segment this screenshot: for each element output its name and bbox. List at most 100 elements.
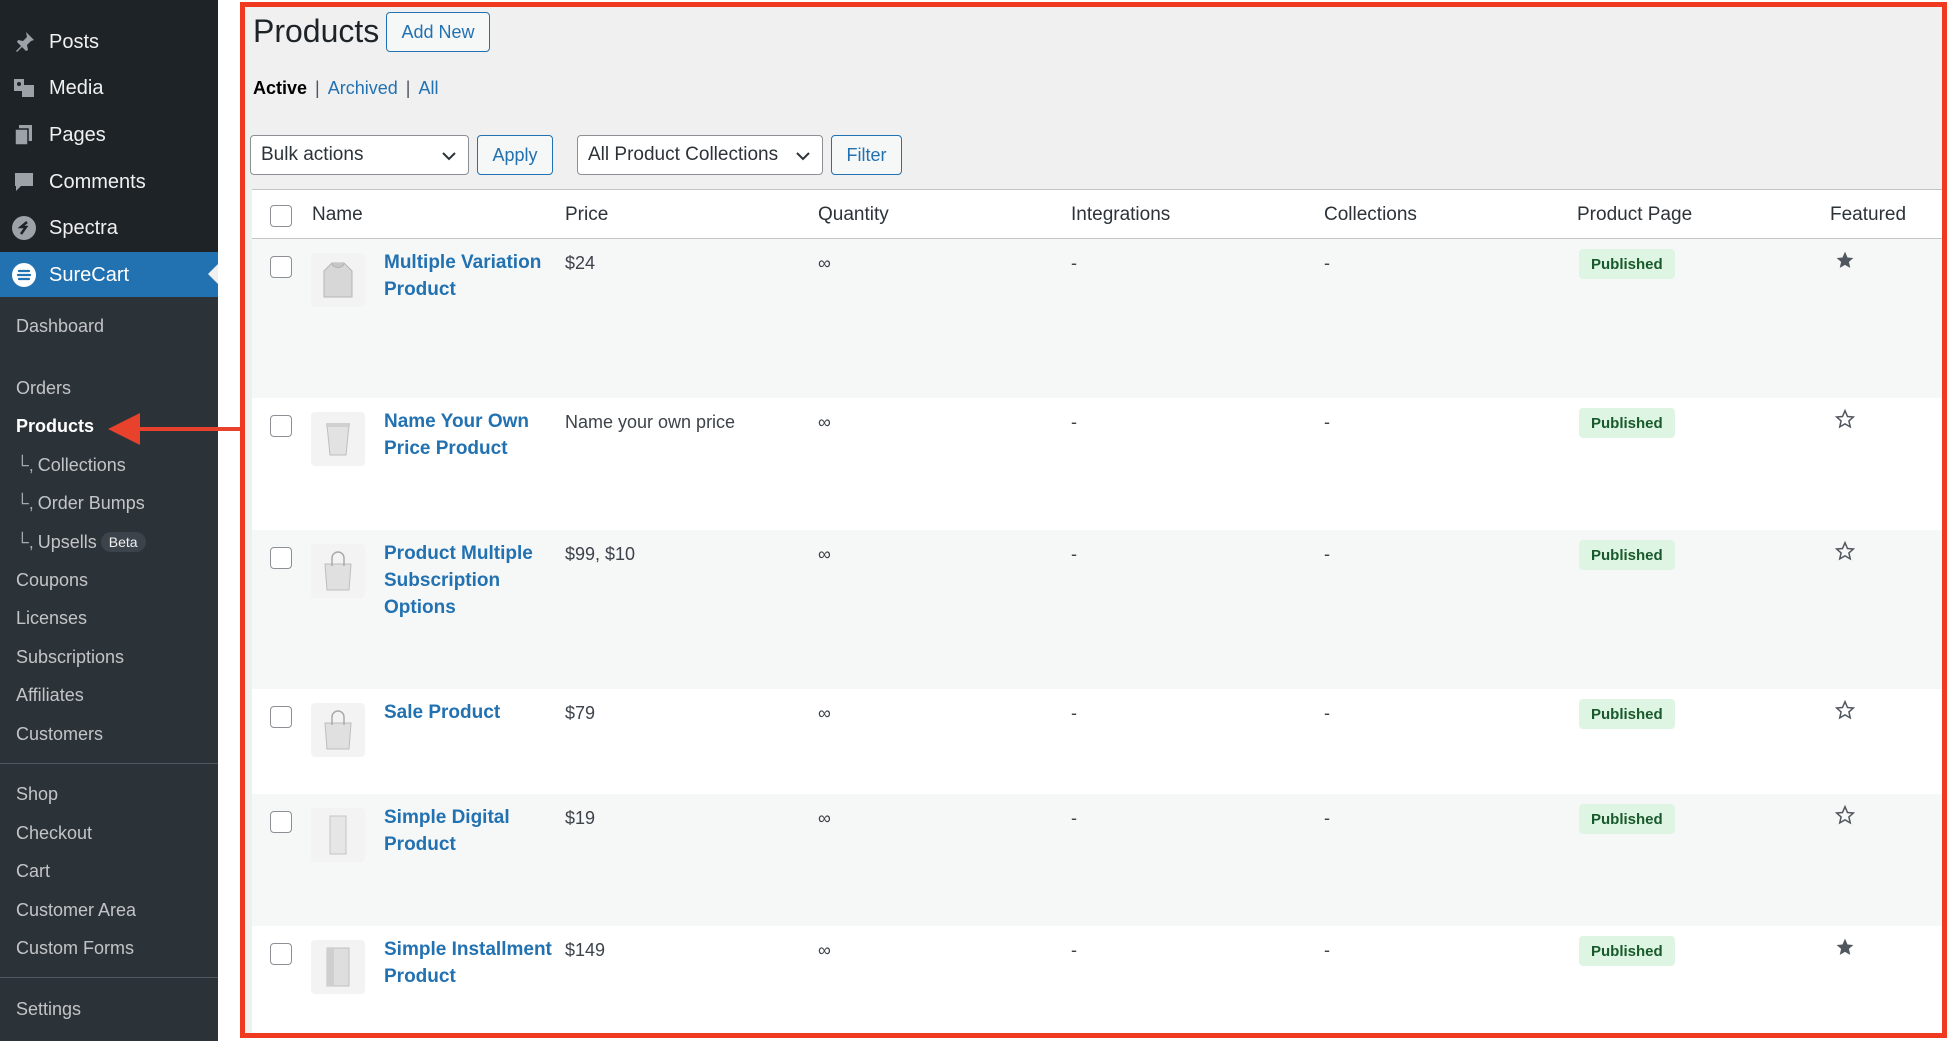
submenu-licenses[interactable]: Licenses [16,608,87,629]
product-price: $24 [565,253,596,273]
product-thumbnail[interactable] [311,703,365,757]
add-new-button[interactable]: Add New [386,12,490,52]
submenu-cart[interactable]: Cart [16,861,50,882]
chevron-down-icon [442,152,456,161]
column-header-featured: Featured [1830,204,1907,225]
published-status-badge[interactable]: Published [1579,804,1675,834]
sidebar-item-label: Spectra [49,216,118,239]
beta-badge: Beta [100,532,146,552]
media-icon [14,79,34,97]
featured-star-outline-icon[interactable] [1835,541,1855,561]
sidebar-item-spectra[interactable]: Spectra [0,206,218,250]
submenu-affiliates[interactable]: Affiliates [16,685,84,706]
product-quantity: ∞ [818,703,831,723]
sidebar-item-label: SureCart [49,263,130,286]
collections-filter-value: All Product Collections [588,144,779,165]
filter-button[interactable]: Filter [831,135,902,175]
table-row: Name Your Own Price Product Name your ow… [252,398,1942,530]
product-name-link[interactable]: Sale Product [384,699,554,726]
sidebar-item-posts[interactable]: Posts [0,20,218,64]
submenu-subscriptions[interactable]: Subscriptions [16,647,124,668]
published-status-badge[interactable]: Published [1579,249,1675,279]
submenu-upsells[interactable]: └, Upsells Beta [16,532,146,553]
product-thumbnail[interactable] [311,544,365,598]
product-quantity: ∞ [818,544,831,564]
product-thumbnail[interactable] [311,253,365,307]
row-checkbox[interactable] [270,811,292,833]
row-checkbox[interactable] [270,256,292,278]
product-price: $149 [565,940,606,960]
column-header-price: Price [565,204,609,225]
collections-filter-select[interactable]: All Product Collections [577,135,823,175]
submenu-orders[interactable]: Orders [16,378,71,399]
featured-star-filled-icon[interactable] [1835,250,1855,270]
submenu-custom-forms[interactable]: Custom Forms [16,938,134,959]
filter-separator: | [405,78,411,98]
filter-all[interactable]: All [418,78,438,98]
featured-star-outline-icon[interactable] [1835,805,1855,825]
product-quantity: ∞ [818,412,831,432]
sidebar-item-label: Pages [49,123,106,146]
sidebar-item-pages[interactable]: Pages [0,113,218,157]
product-name-link[interactable]: Simple Digital Product [384,804,554,858]
published-status-badge[interactable]: Published [1579,540,1675,570]
product-collections: - [1324,253,1330,273]
submenu-shop[interactable]: Shop [16,784,58,805]
column-header-name[interactable]: Name [312,204,363,226]
featured-star-filled-icon[interactable] [1835,937,1855,957]
product-integrations: - [1071,412,1077,432]
product-name-link[interactable]: Multiple Variation Product [384,249,554,303]
sidebar-item-media[interactable]: Media [0,66,218,110]
products-table: Name Price Quantity Integrations Collect… [252,189,1942,1033]
row-checkbox[interactable] [270,415,292,437]
product-integrations: - [1071,544,1077,564]
bag-image-icon [324,710,352,750]
tree-branch-icon: └, [16,455,34,475]
column-header-quantity: Quantity [818,204,889,225]
featured-star-outline-icon[interactable] [1835,700,1855,720]
apply-button[interactable]: Apply [477,135,553,175]
box-image-icon [326,947,350,987]
product-name-link[interactable]: Product Multiple Subscription Options [384,540,554,621]
bag-image-icon [324,551,352,591]
submenu-label: Upsells [37,532,97,552]
row-checkbox[interactable] [270,547,292,569]
product-price: $99, $10 [565,544,636,564]
published-status-badge[interactable]: Published [1579,408,1675,438]
filter-archived[interactable]: Archived [328,78,398,98]
product-name-link[interactable]: Name Your Own Price Product [384,408,554,462]
filter-active[interactable]: Active [253,78,307,98]
submenu-order-bumps[interactable]: └, Order Bumps [16,493,145,514]
product-quantity: ∞ [818,253,831,273]
product-thumbnail[interactable] [311,412,365,466]
product-thumbnail[interactable] [311,940,365,994]
featured-star-outline-icon[interactable] [1835,409,1855,429]
product-thumbnail[interactable] [311,808,365,862]
sidebar-item-surecart[interactable]: SureCart [0,252,218,298]
submenu-settings[interactable]: Settings [16,999,81,1020]
product-integrations: - [1071,253,1077,273]
pin-icon [16,32,34,52]
status-filter-links: Active | Archived | All [253,78,438,99]
bulk-actions-select[interactable]: Bulk actions [250,135,469,175]
product-quantity: ∞ [818,940,831,960]
submenu-collections[interactable]: └, Collections [16,455,126,476]
submenu-customers[interactable]: Customers [16,724,103,745]
published-status-badge[interactable]: Published [1579,699,1675,729]
row-checkbox[interactable] [270,943,292,965]
submenu-customer-area[interactable]: Customer Area [16,900,136,921]
submenu-divider [0,977,218,978]
sidebar-item-label: Media [49,76,104,99]
submenu-checkout[interactable]: Checkout [16,823,92,844]
submenu-products[interactable]: Products [16,416,94,437]
select-all-checkbox[interactable] [270,205,292,227]
sidebar-item-comments[interactable]: Comments [0,160,218,204]
row-checkbox[interactable] [270,706,292,728]
product-collections: - [1324,940,1330,960]
published-status-badge[interactable]: Published [1579,936,1675,966]
hoodie-image-icon [323,262,353,298]
submenu-dashboard[interactable]: Dashboard [16,316,104,337]
product-name-link[interactable]: Simple Installment Product [384,936,554,990]
column-header-collections: Collections [1324,204,1417,225]
submenu-coupons[interactable]: Coupons [16,570,88,591]
